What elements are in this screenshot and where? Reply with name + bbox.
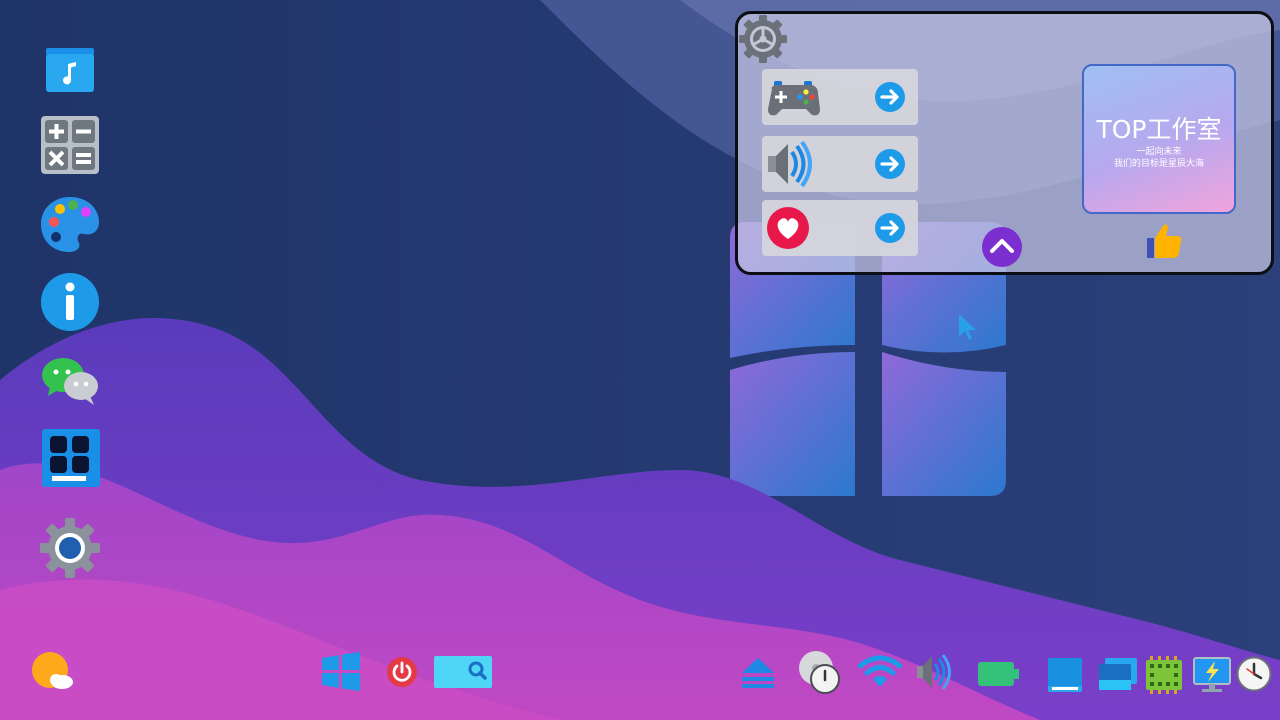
settings-gear-icon[interactable] bbox=[38, 516, 102, 580]
monitor-icon[interactable] bbox=[1192, 656, 1232, 694]
volume-icon bbox=[768, 140, 812, 188]
start-windows-icon[interactable] bbox=[320, 652, 362, 692]
desktop-icon[interactable] bbox=[1097, 656, 1139, 692]
music-folder-icon[interactable] bbox=[38, 40, 102, 104]
arrow-right-icon[interactable] bbox=[874, 212, 906, 244]
eject-icon[interactable] bbox=[740, 656, 776, 688]
gear-icon[interactable] bbox=[738, 14, 788, 64]
control-panel-popup: TOP工作室 一起向未来 我们的目标是星辰大海 bbox=[735, 11, 1274, 275]
heart-icon bbox=[767, 207, 809, 249]
studio-motto: 我们的目标是星辰大海 bbox=[1113, 159, 1204, 169]
info-icon[interactable] bbox=[38, 270, 102, 334]
calculator-icon[interactable] bbox=[38, 113, 102, 177]
thumbs-up-icon[interactable] bbox=[1143, 220, 1185, 262]
battery-icon[interactable] bbox=[976, 660, 1020, 688]
chevron-up-icon[interactable] bbox=[981, 226, 1023, 268]
arrow-right-icon[interactable] bbox=[874, 81, 906, 113]
gamepad-tile[interactable] bbox=[762, 69, 918, 125]
app-store-icon[interactable] bbox=[38, 426, 102, 490]
studio-card[interactable]: TOP工作室 一起向未来 我们的目标是星辰大海 bbox=[1082, 64, 1236, 214]
window-icon[interactable] bbox=[1046, 656, 1084, 694]
studio-title: TOP工作室 bbox=[1096, 115, 1222, 144]
chip-icon[interactable] bbox=[1144, 656, 1184, 694]
gamepad-icon bbox=[768, 81, 820, 116]
volume-icon[interactable] bbox=[916, 652, 956, 692]
search-icon[interactable] bbox=[434, 656, 492, 688]
mouse-cursor-icon bbox=[959, 314, 976, 340]
clock-icon[interactable] bbox=[1236, 656, 1272, 692]
weather-icon[interactable] bbox=[30, 650, 76, 694]
arrow-right-icon[interactable] bbox=[874, 148, 906, 180]
wifi-icon[interactable] bbox=[858, 654, 902, 690]
disk-clock-icon[interactable] bbox=[798, 650, 842, 696]
favorites-tile[interactable] bbox=[762, 200, 918, 256]
chat-icon[interactable] bbox=[38, 348, 102, 412]
power-icon[interactable] bbox=[386, 656, 418, 688]
paint-palette-icon[interactable] bbox=[38, 192, 102, 256]
volume-tile[interactable] bbox=[762, 136, 918, 192]
